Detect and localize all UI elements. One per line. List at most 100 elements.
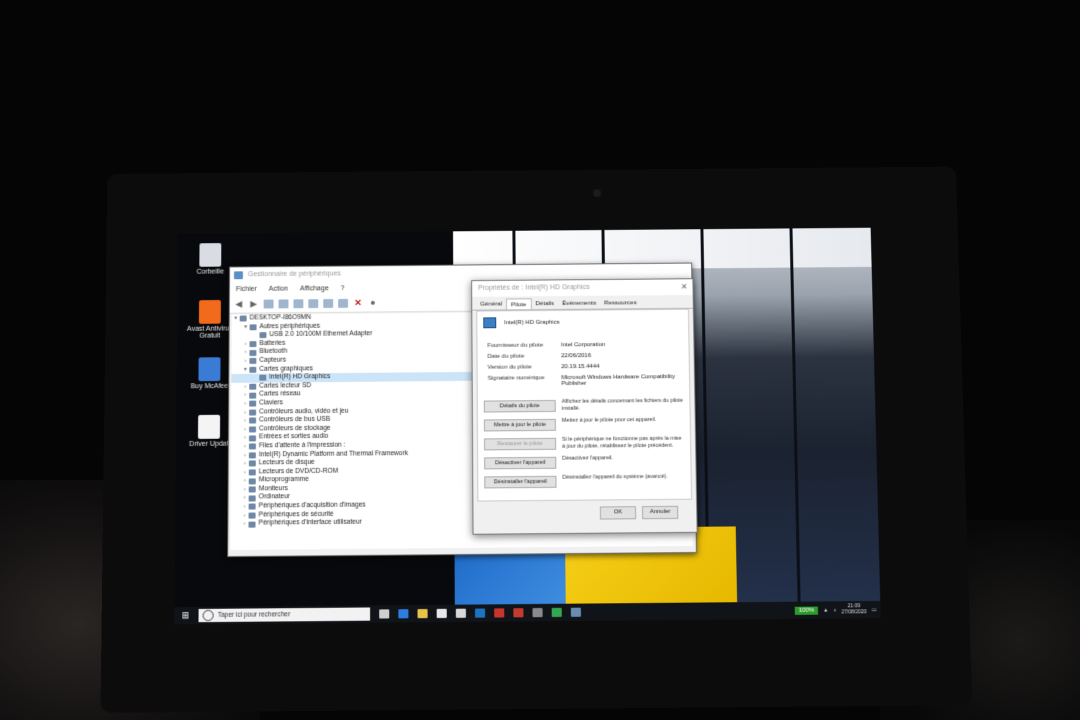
device-manager-icon[interactable] xyxy=(570,607,581,617)
search-placeholder: Taper ici pour rechercher xyxy=(217,611,291,619)
device-category-icon xyxy=(248,477,256,485)
driver-actions: Détails du pilote Affichez les détails co… xyxy=(477,310,688,489)
properties-titlebar[interactable]: Propriétés de : Intel(R) HD Graphics ✕ xyxy=(472,279,693,297)
expand-chevron-icon[interactable]: › xyxy=(241,442,249,451)
document-icon xyxy=(197,414,221,439)
expand-chevron-icon[interactable]: › xyxy=(242,340,250,349)
driver-action-description: Désinstallez l'appareil du système (avan… xyxy=(562,473,668,481)
update-driver-icon[interactable] xyxy=(338,298,349,308)
scan-hardware-icon[interactable] xyxy=(308,299,319,309)
tab-événements[interactable]: Événements xyxy=(558,298,600,309)
device-category-icon xyxy=(249,341,257,348)
driver-panel: Intel(R) HD Graphics Fournisseur du pilo… xyxy=(476,308,693,502)
driver-action-button[interactable]: Détails du pilote xyxy=(483,399,556,413)
expand-chevron-icon[interactable]: ▾ xyxy=(242,323,250,332)
task-view-icon[interactable] xyxy=(379,609,390,619)
tab-détails[interactable]: Détails xyxy=(531,298,558,309)
search-box[interactable]: Taper ici pour rechercher xyxy=(198,607,371,623)
expand-chevron-icon[interactable]: › xyxy=(241,417,249,426)
driver-field: Date du pilote 22/06/2016 xyxy=(487,352,686,360)
driver-action-description: Si le périphérique ne fonctionne pas apr… xyxy=(562,435,682,450)
field-key: Fournisseur du pilote xyxy=(487,342,544,349)
system-tray: 100% ▲ ◖ 21:09 27/08/2020 ▭ xyxy=(794,601,877,619)
expand-chevron-icon[interactable]: › xyxy=(241,434,249,443)
device-name: Intel(R) HD Graphics xyxy=(504,319,560,326)
explorer-icon[interactable] xyxy=(417,608,428,619)
app-icon[interactable] xyxy=(474,608,486,618)
back-arrow-icon[interactable]: ◀ xyxy=(234,299,244,309)
expand-chevron-icon[interactable]: › xyxy=(241,485,249,494)
battery-indicator[interactable]: 100% xyxy=(794,606,819,615)
app-red-icon[interactable] xyxy=(494,608,505,618)
device-category-icon xyxy=(249,383,257,390)
volume-icon[interactable]: ◖ xyxy=(833,607,836,613)
chrome-icon[interactable] xyxy=(551,607,562,618)
device-category-icon xyxy=(248,469,256,476)
cortana-icon xyxy=(202,609,214,622)
expand-chevron-icon[interactable]: › xyxy=(241,468,249,477)
expand-chevron-icon[interactable]: › xyxy=(241,391,249,400)
expand-chevron-icon[interactable]: › xyxy=(240,520,248,529)
device-category-icon xyxy=(249,417,257,424)
laptop-frame: Corbeille Avast Antivirus Gratuit Buy McAf… xyxy=(100,166,973,713)
driver-action-description: Affichez les détails concernant les fich… xyxy=(561,397,684,412)
properties-icon[interactable] xyxy=(278,299,289,309)
expand-chevron-icon[interactable]: › xyxy=(241,383,249,392)
driver-action-description: Désactivez l'appareil. xyxy=(562,455,614,462)
app-icon-3[interactable] xyxy=(532,607,543,618)
device-category-icon xyxy=(248,512,256,519)
menu-item[interactable]: Action xyxy=(269,286,288,293)
expand-chevron-icon[interactable]: › xyxy=(241,477,249,486)
expand-chevron-icon[interactable]: › xyxy=(241,503,249,512)
window-title: Gestionnaire de périphériques xyxy=(247,270,341,279)
app-icon-2[interactable] xyxy=(513,608,524,618)
forward-arrow-icon[interactable]: ▶ xyxy=(249,299,259,309)
edge-icon[interactable] xyxy=(398,609,409,619)
tab-ressources[interactable]: Ressources xyxy=(600,297,641,308)
expand-chevron-icon[interactable]: › xyxy=(241,460,249,469)
ok-button[interactable]: OK xyxy=(599,506,637,520)
clock[interactable]: 21:09 27/08/2020 xyxy=(841,603,867,615)
close-icon[interactable]: ✕ xyxy=(681,279,688,295)
expand-chevron-icon[interactable]: › xyxy=(241,494,249,503)
tree-node-label: Intel(R) HD Graphics xyxy=(269,373,331,381)
driver-action-button[interactable]: Désinstaller l'appareil xyxy=(484,475,557,489)
tab-pilote[interactable]: Pilote xyxy=(505,298,532,310)
menu-item[interactable]: Fichier xyxy=(236,286,257,293)
uninstall-icon[interactable]: ✕ xyxy=(353,298,363,308)
menu-item[interactable]: ? xyxy=(341,285,345,292)
tree-node-label: Contrôleurs audio, vidéo et jeu xyxy=(259,407,349,416)
device-category-icon xyxy=(248,435,256,442)
tree-view-icon[interactable] xyxy=(263,299,274,309)
expand-chevron-icon[interactable]: › xyxy=(240,511,248,520)
device-category-icon xyxy=(239,315,247,322)
field-value: Intel Corporation xyxy=(561,342,606,349)
properties-dialog[interactable]: Propriétés de : Intel(R) HD Graphics ✕ G… xyxy=(471,278,698,535)
driver-action-button[interactable]: Mettre à jour le pilote xyxy=(483,418,556,432)
driver-action-button[interactable]: Désactiver l'appareil xyxy=(484,456,557,470)
device-category-icon xyxy=(259,332,267,339)
expand-chevron-icon[interactable]: ▾ xyxy=(232,315,240,324)
expand-chevron-icon[interactable]: › xyxy=(241,425,249,434)
clock-date: 27/08/2020 xyxy=(841,608,867,615)
mail-icon[interactable] xyxy=(455,608,466,618)
menu-item[interactable]: Affichage xyxy=(300,285,329,292)
tab-général[interactable]: Général xyxy=(476,299,506,310)
tree-node-label: Moniteurs xyxy=(258,485,288,493)
driver-action-button[interactable]: Restaurer le pilote xyxy=(484,437,557,451)
network-icon[interactable]: ▲ xyxy=(823,607,828,613)
expand-chevron-icon[interactable]: › xyxy=(241,400,249,409)
notifications-icon[interactable]: ▭ xyxy=(872,607,877,613)
expand-chevron-icon[interactable]: › xyxy=(241,408,249,417)
store-icon[interactable] xyxy=(436,608,447,619)
expand-chevron-icon[interactable]: ▾ xyxy=(241,365,249,374)
cancel-button[interactable]: Annuler xyxy=(641,505,679,520)
expand-chevron-icon[interactable]: › xyxy=(241,357,249,366)
expand-chevron-icon[interactable]: › xyxy=(241,451,249,460)
enable-device-icon[interactable]: ● xyxy=(368,298,378,308)
windows-start-icon[interactable]: ⊞ xyxy=(174,610,196,621)
tree-node-label: Ordinateur xyxy=(258,493,290,501)
monitor-icon[interactable] xyxy=(323,299,334,308)
expand-chevron-icon[interactable]: › xyxy=(241,348,249,357)
help-icon[interactable] xyxy=(293,299,304,309)
